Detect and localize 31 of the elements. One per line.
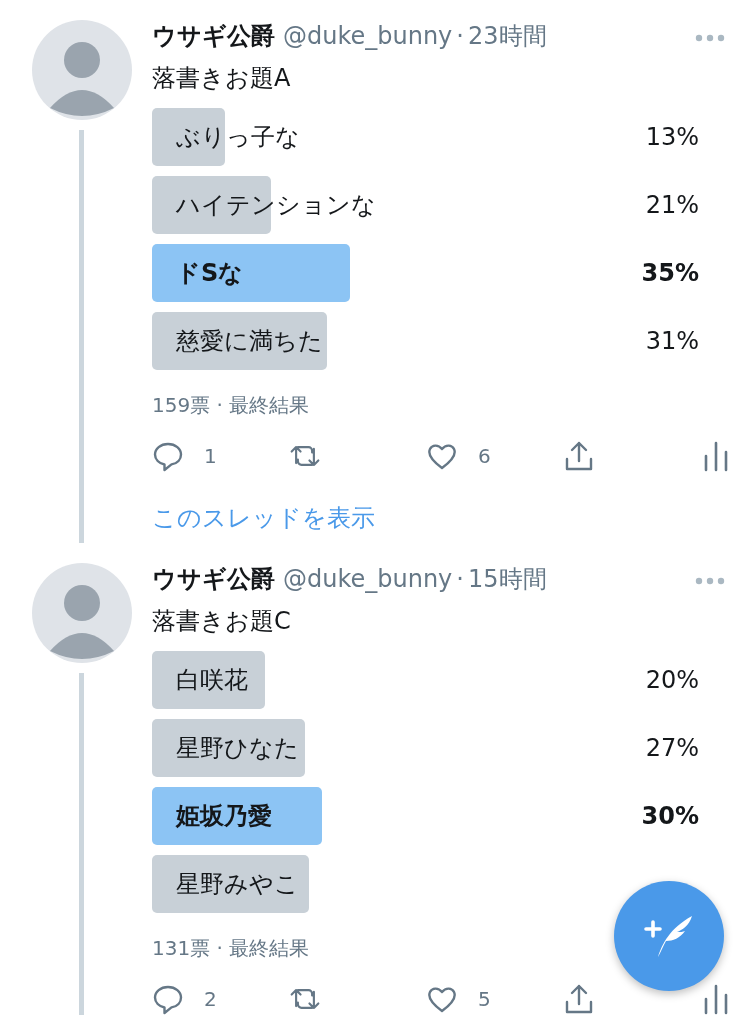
poll-option: 白咲花	[152, 664, 265, 696]
poll-percent: 31%	[645, 327, 699, 355]
reply-count: 1	[204, 444, 217, 468]
timestamp: 15時間	[467, 564, 547, 595]
vote-count: 131票 · 最終結果	[152, 936, 310, 960]
poll-percent: 35%	[641, 259, 699, 287]
poll-percent: 13%	[645, 123, 699, 151]
timestamp: 23時間	[467, 21, 547, 52]
reply-count: 2	[204, 987, 217, 1011]
author-name[interactable]: ウサギ公爵	[152, 20, 275, 52]
vote-count: 159票 · 最終結果	[152, 393, 310, 417]
poll-option: 星野みやこ	[152, 868, 309, 900]
poll-option: 姫坂乃愛	[152, 800, 322, 832]
separator-dot: ·	[456, 565, 464, 593]
poll-percent: 20%	[645, 666, 699, 694]
like-count: 6	[478, 444, 491, 468]
poll-option: 慈愛に満ちた	[152, 325, 333, 357]
poll-percent: 30%	[641, 802, 699, 830]
poll-option: ドSな	[152, 257, 350, 289]
tweet-text: 落書きお題C	[152, 606, 292, 637]
author-handle: @duke_bunny	[283, 22, 453, 50]
poll-percent: 21%	[645, 191, 699, 219]
like-count: 5	[478, 987, 491, 1011]
poll-option: ぶりっ子な	[152, 121, 310, 153]
poll-percent: 27%	[645, 734, 699, 762]
poll-option: 星野ひなた	[152, 732, 309, 764]
author-handle: @duke_bunny	[283, 565, 453, 593]
poll-option: ハイテンションな	[152, 189, 386, 221]
tweet-text: 落書きお題A	[152, 63, 292, 94]
separator-dot: ·	[456, 22, 464, 50]
author-name[interactable]: ウサギ公爵	[152, 563, 275, 595]
